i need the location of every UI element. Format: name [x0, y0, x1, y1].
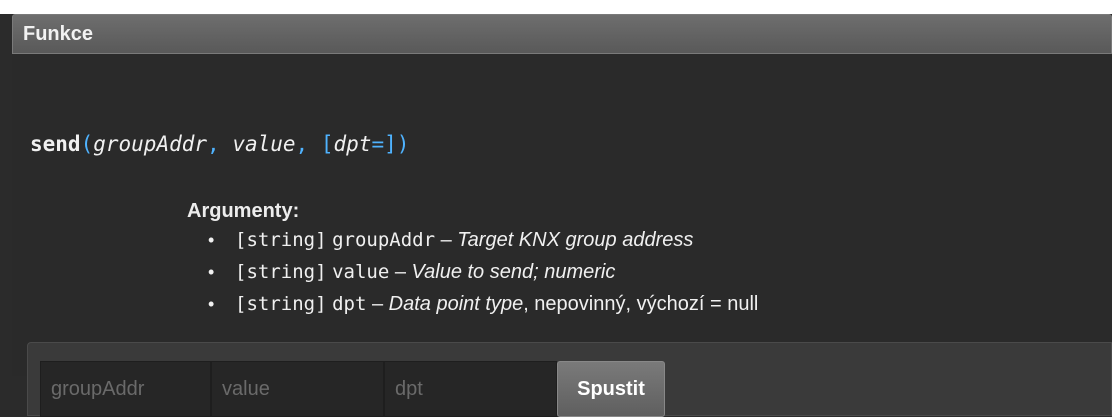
groupaddr-input[interactable] [40, 361, 211, 417]
bracket-open: [ [320, 132, 334, 156]
signature-sep-1: , [207, 132, 233, 156]
signature-sep-2: , [295, 132, 321, 156]
argument-name: groupAddr [332, 229, 436, 251]
top-strip [0, 0, 1112, 14]
run-button[interactable]: Spustit [557, 361, 665, 417]
function-panel: Funkce send(groupAddr, value, [dpt=]) Ar… [12, 14, 1112, 417]
argument-description: Data point type [388, 293, 524, 315]
run-form: Spustit [27, 342, 1112, 417]
paren-open: ( [80, 132, 94, 156]
argument-type: [string] [235, 229, 327, 251]
argument-extra: , nepovinný, výchozí = null [523, 293, 759, 315]
argument-description: Value to send; numeric [411, 261, 616, 283]
argument-description: Target KNX group address [457, 229, 694, 251]
paren-close: ) [396, 132, 410, 156]
argument-type: [string] [235, 293, 327, 315]
arguments-title: Argumenty: [187, 200, 300, 222]
bullet-icon: • [208, 230, 215, 250]
arguments-list: • [string] groupAddr – Target KNX group a… [208, 224, 758, 320]
argument-item: • [string] value – Value to send; numeric [208, 256, 758, 288]
value-input[interactable] [211, 361, 384, 417]
argument-name: dpt [332, 293, 367, 315]
panel-header: Funkce [12, 14, 1112, 54]
signature-arg-value: value [232, 132, 296, 156]
function-name: send [30, 132, 81, 156]
argument-item: • [string] dpt – Data point type, nepovin… [208, 288, 758, 320]
argument-type: [string] [235, 261, 327, 283]
equals-sign: = [371, 132, 385, 156]
signature-arg-groupaddr: groupAddr [93, 132, 208, 156]
signature-arg-dpt: dpt [333, 132, 372, 156]
function-signature: send(groupAddr, value, [dpt=]) [30, 132, 409, 156]
argument-name: value [332, 261, 390, 283]
bullet-icon: • [208, 294, 215, 314]
bullet-icon: • [208, 262, 215, 282]
argument-dash: – [366, 293, 389, 315]
argument-dash: – [435, 229, 458, 251]
argument-item: • [string] groupAddr – Target KNX group a… [208, 224, 758, 256]
argument-dash: – [389, 261, 412, 283]
dpt-input[interactable] [384, 361, 557, 417]
bracket-close: ] [384, 132, 397, 156]
panel-title: Funkce [23, 22, 94, 45]
